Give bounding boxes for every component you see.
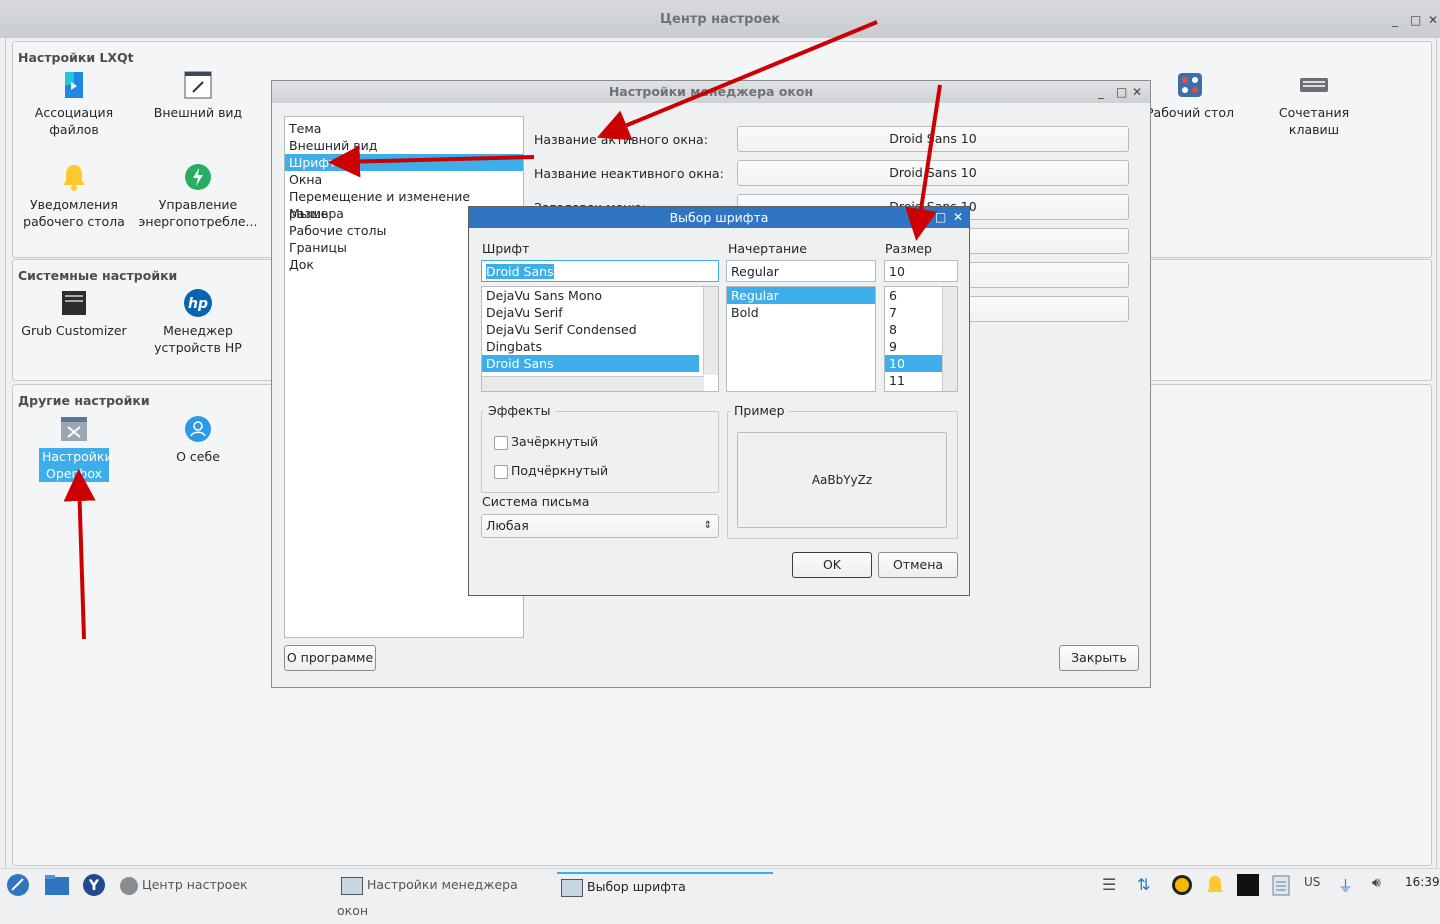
clock[interactable]: 16:39: [1405, 875, 1440, 889]
keyboard-layout[interactable]: US: [1304, 875, 1320, 889]
file-manager-icon[interactable]: [44, 874, 70, 896]
gear-icon: [120, 876, 138, 895]
task-label: Выбор шрифта: [587, 879, 686, 894]
task-label: Настройки менеджера окон: [337, 877, 518, 918]
disc-icon[interactable]: [1171, 874, 1193, 896]
bell-icon[interactable]: [1204, 874, 1226, 896]
window-icon: [341, 876, 363, 895]
task-label: Центр настроек: [142, 877, 248, 892]
usb-icon[interactable]: ⏚: [1338, 875, 1353, 896]
app-menu-icon[interactable]: [6, 873, 30, 897]
volume-icon[interactable]: 🔊︎: [1372, 875, 1381, 891]
annotation-arrow: [63, 469, 96, 640]
mixer-icon[interactable]: ☰: [1102, 875, 1116, 894]
clipboard-icon[interactable]: [1270, 874, 1292, 896]
terminal-icon[interactable]: [1237, 874, 1259, 896]
annotation-arrow: [328, 145, 535, 178]
task-window-manager[interactable]: Настройки менеджера окон: [337, 872, 551, 918]
svg-text:Y: Y: [88, 878, 100, 894]
annotation-arrow: [596, 20, 878, 141]
network-icon[interactable]: ⇅: [1137, 875, 1150, 894]
task-settings-center[interactable]: Центр настроек: [116, 872, 330, 898]
annotation-arrow: [905, 84, 942, 241]
annotation-overlay: [63, 20, 942, 640]
taskbar: Y Центр настроек Настройки менеджера око…: [0, 868, 1440, 918]
task-font-chooser[interactable]: Выбор шрифта: [557, 872, 773, 900]
browser-icon[interactable]: Y: [82, 873, 106, 897]
window-icon: [561, 878, 583, 897]
